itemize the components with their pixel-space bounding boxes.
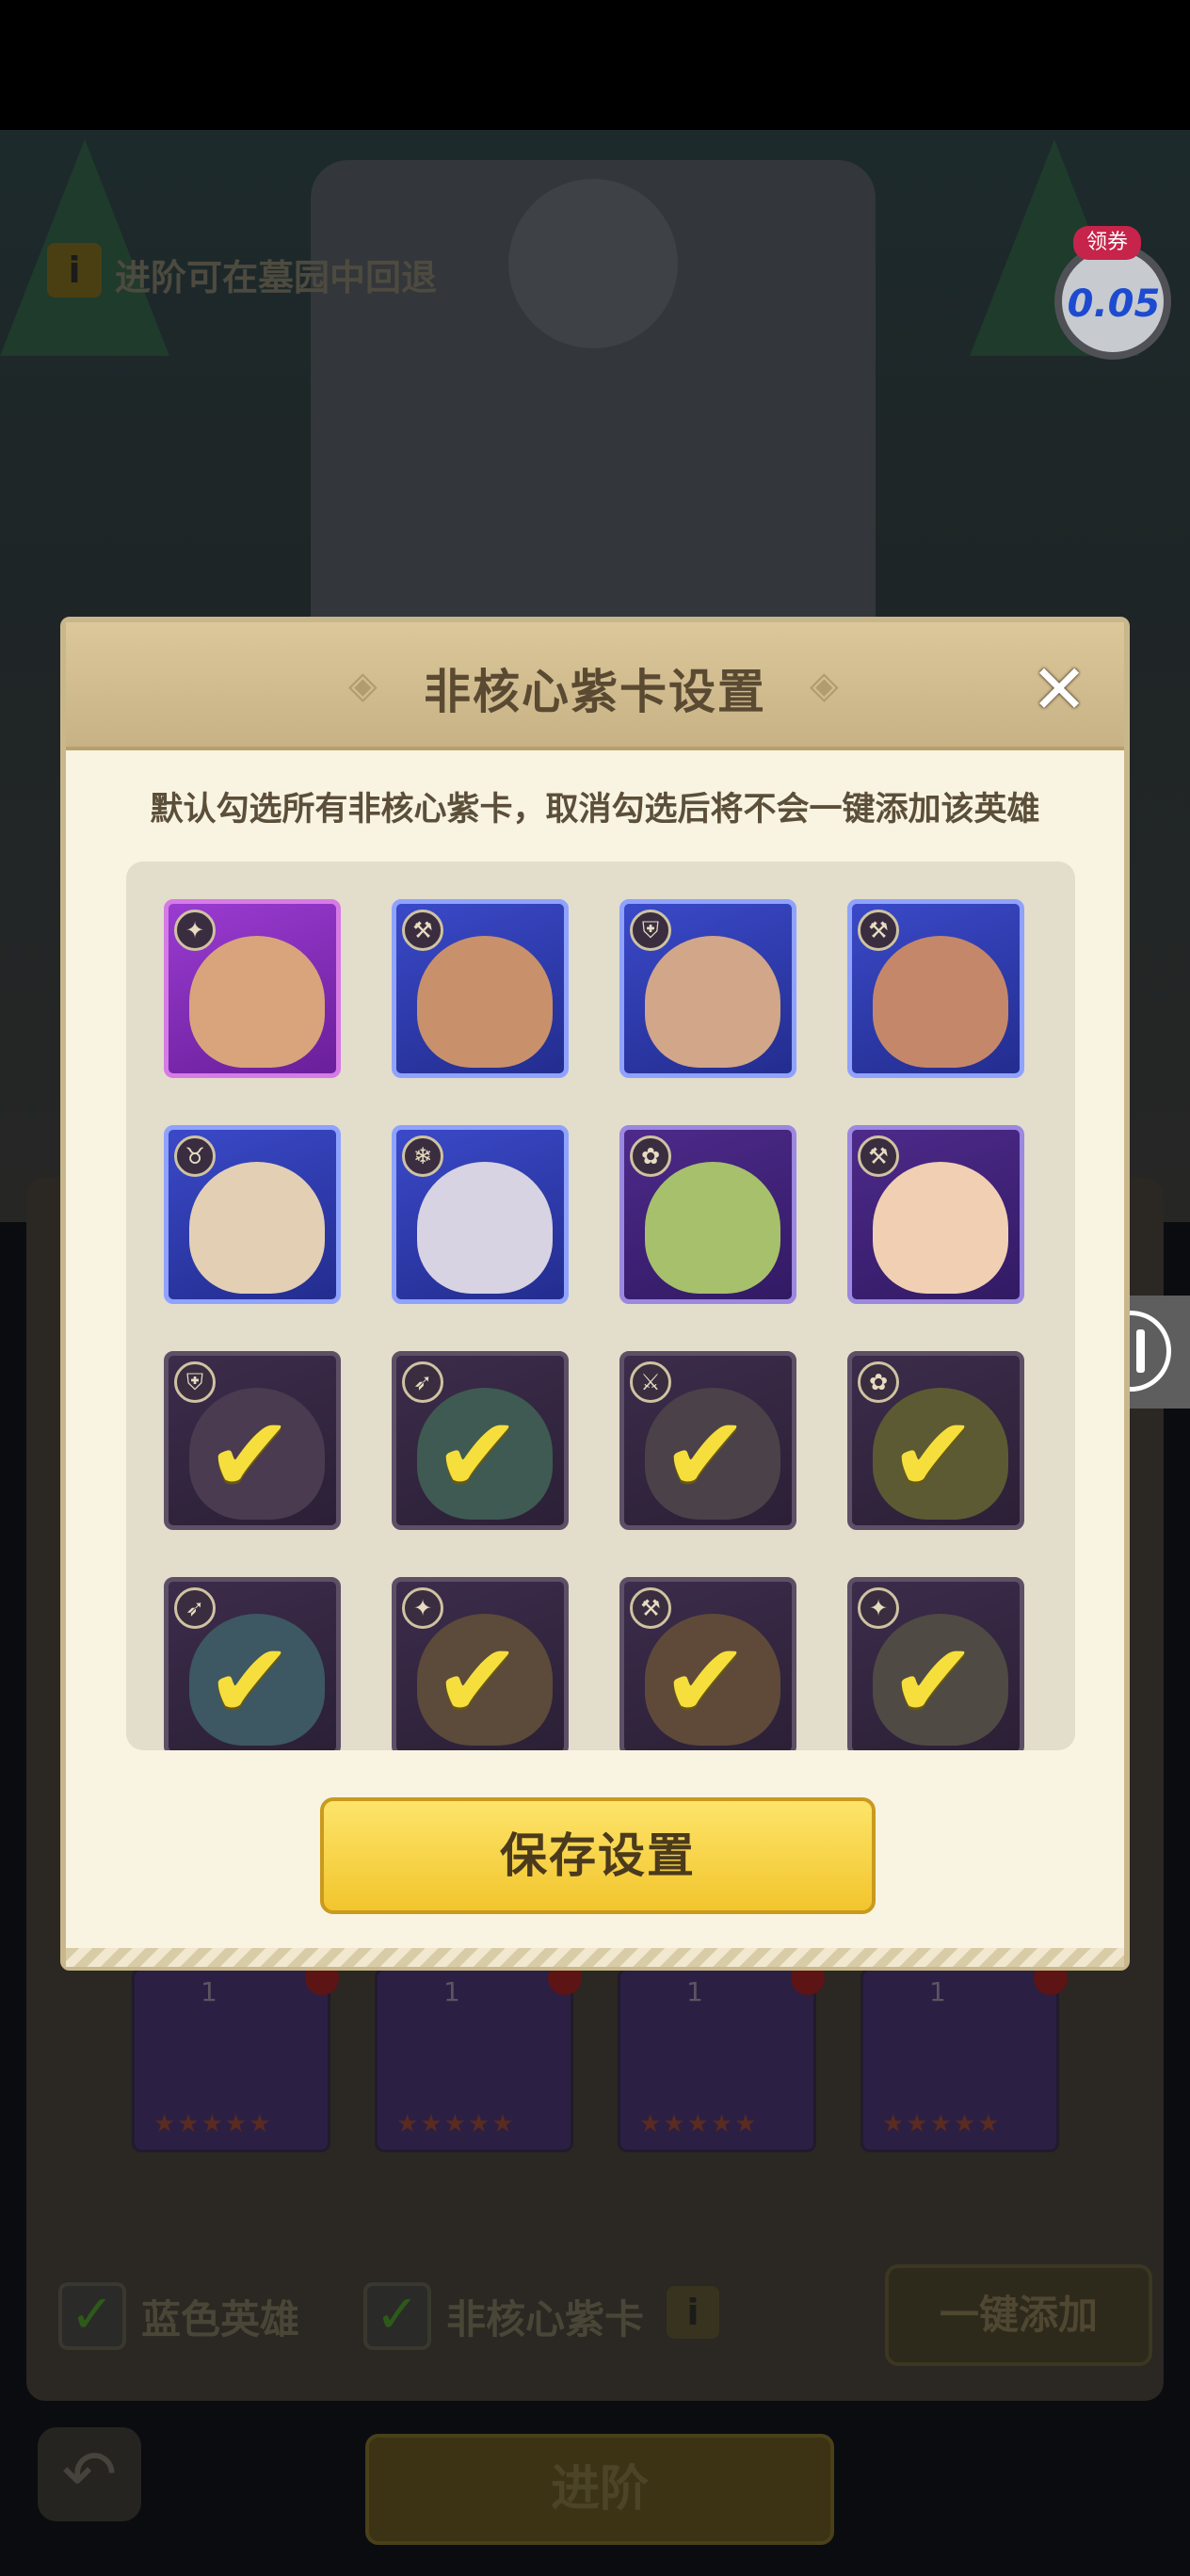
hero-card[interactable]: ⚒ [392,899,569,1078]
dialog-header: ◈ 非核心紫卡设置 ◈ ✕ [66,622,1124,750]
hero-card[interactable]: ⚒ [847,1125,1024,1304]
hero-card[interactable]: ✦ ✔ [392,1577,569,1750]
checkmark-icon: ✔ [890,1394,977,1515]
hero-portrait [189,1162,325,1294]
checkmark-icon: ✔ [434,1394,522,1515]
ornament-icon: ◈ [810,664,839,707]
hero-portrait [417,936,553,1068]
axe-icon: ⚒ [402,910,443,951]
hero-card[interactable]: ✿ ✔ [847,1351,1024,1530]
dialog-description: 默认勾选所有非核心紫卡，取消勾选后将不会一键添加该英雄 [150,791,1040,829]
shield-icon: ⛨ [630,910,671,951]
hero-card[interactable]: ✿ [619,1125,796,1304]
hero-card[interactable]: ⚒ ✔ [619,1577,796,1750]
frost-icon: ❄ [402,1135,443,1177]
checkmark-icon: ✔ [206,1620,294,1741]
checkmark-icon: ✔ [662,1394,749,1515]
hero-card[interactable]: ✦ ✔ [847,1577,1024,1750]
hero-card[interactable]: ♉ [164,1125,341,1304]
hero-portrait [645,936,780,1068]
hero-card[interactable]: ⚒ [847,899,1024,1078]
hero-portrait [417,1162,553,1294]
hero-card[interactable]: ➶ ✔ [392,1351,569,1530]
dialog-bottom-trim [66,1948,1124,1967]
paw-icon: ✿ [630,1135,671,1177]
hero-portrait [873,936,1008,1068]
hero-card[interactable]: ❄ [392,1125,569,1304]
save-settings-button[interactable]: 保存设置 [320,1797,876,1914]
hero-card[interactable]: ⚔ ✔ [619,1351,796,1530]
horn-icon: ♉ [174,1135,216,1177]
hero-card[interactable]: ✦ [164,899,341,1078]
hero-grid: ✦ ⚒ ⛨ ⚒ ♉ ❄ ✿ ⚒ ⛨ ✔ ➶ ✔ ⚔ ✔ ✿ ✔ ➶ ✔ ✦ ✔ ⚒ ✔ ✦ ✔ [126,861,1075,1750]
dialog-title: 非核心紫卡设置 [424,665,766,719]
hero-portrait [645,1162,780,1294]
hero-card[interactable]: ⛨ ✔ [164,1351,341,1530]
hero-card[interactable]: ⛨ [619,899,796,1078]
hero-portrait [873,1162,1008,1294]
axe-icon: ⚒ [858,910,899,951]
close-icon[interactable]: ✕ [1024,655,1094,723]
checkmark-icon: ✔ [662,1620,749,1741]
mage-icon: ✦ [174,910,216,951]
hero-card[interactable]: ➶ ✔ [164,1577,341,1750]
checkmark-icon: ✔ [890,1620,977,1741]
noncore-settings-dialog: ◈ 非核心紫卡设置 ◈ ✕ 默认勾选所有非核心紫卡，取消勾选后将不会一键添加该英… [60,617,1130,1971]
checkmark-icon: ✔ [434,1620,522,1741]
hero-portrait [189,936,325,1068]
axe-icon: ⚒ [858,1135,899,1177]
checkmark-icon: ✔ [206,1394,294,1515]
